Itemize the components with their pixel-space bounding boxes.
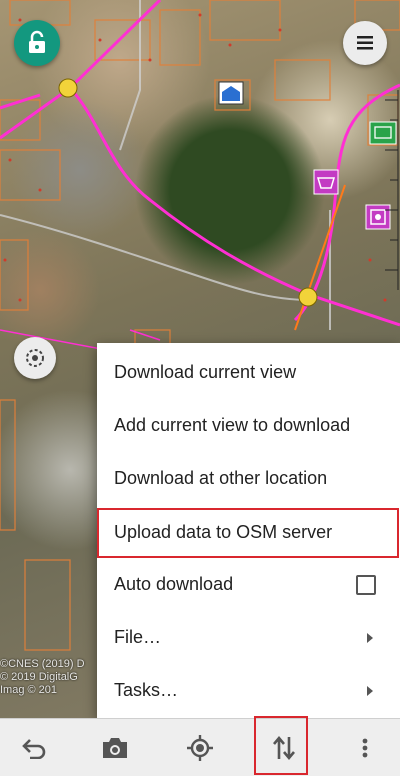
menu-item-download-current-view[interactable]: Download current view [97,346,400,399]
menu-item-label: Download at other location [114,468,328,488]
menu-item-add-current-view[interactable]: Add current view to download [97,399,400,452]
menu-item-download-other-location[interactable]: Download at other location [97,452,400,505]
menu-item-label: Download current view [114,362,297,382]
menu-item-label: Auto download [114,574,234,594]
shop-basket-icon [313,169,339,195]
bottom-toolbar [0,718,400,776]
lock-toggle-button[interactable] [14,20,60,66]
transfer-button[interactable] [254,719,314,776]
submenu-arrow-icon [367,632,373,643]
map-attribution: ©CNES (2019) D © 2019 DigitalG Imag © 20… [0,658,85,697]
menu-item-tasks[interactable]: Tasks… [97,664,400,717]
locate-me-button[interactable] [170,719,230,776]
more-vertical-icon [362,738,368,757]
auto-download-checkbox[interactable] [356,574,376,595]
gps-follow-button[interactable] [14,337,56,379]
my-location-icon [187,734,213,761]
unlocked-lock-icon [29,30,45,53]
menu-item-file[interactable]: File… [97,611,400,664]
gps-target-icon [26,349,44,367]
undo-icon [22,738,46,759]
scale-bar [385,90,399,290]
attribution-line: ©CNES (2019) D [0,658,85,670]
upload-download-icon [273,735,295,760]
hamburger-menu-icon [357,36,373,50]
menu-item-label: Add current view to download [114,415,351,435]
menu-item-label: Upload data to OSM server [114,522,333,542]
layers-menu-button[interactable] [343,21,387,65]
camera-icon [103,737,127,758]
attribution-line: Imag © 201 [0,684,58,696]
attribution-line: © 2019 DigitalG [0,671,78,683]
submenu-arrow-icon [367,685,373,696]
atm-poi-icon [365,204,391,230]
menu-item-label: Tasks… [114,680,179,700]
undo-button[interactable] [5,719,65,776]
more-options-button[interactable] [335,719,395,776]
menu-item-auto-download[interactable]: Auto download [97,558,400,611]
transfer-popup-menu: Download current view Add current view t… [97,343,400,718]
money-exchange-icon [369,121,397,145]
menu-item-upload-data[interactable]: Upload data to OSM server [97,506,400,559]
shelter-poi-icon [218,81,244,105]
camera-button[interactable] [85,719,145,776]
menu-item-label: File… [114,627,162,647]
